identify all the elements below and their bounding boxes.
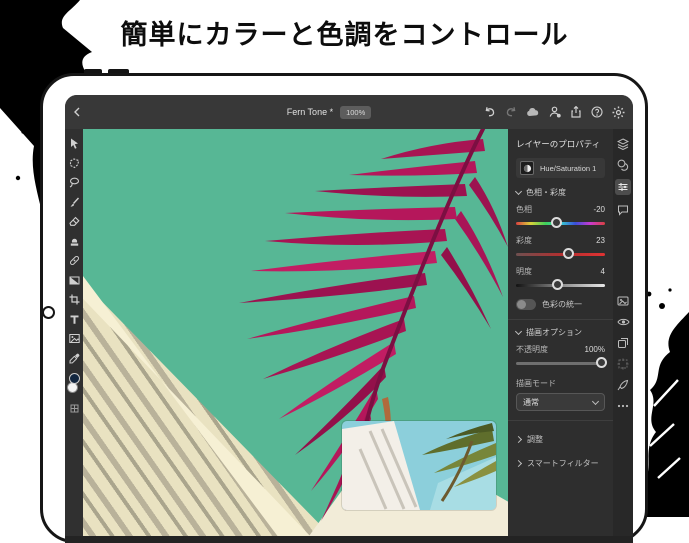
front-camera <box>42 306 55 319</box>
adjustments-icon[interactable] <box>617 158 630 171</box>
divider <box>508 420 613 421</box>
panel-title: レイヤーのプロパティ <box>516 138 605 150</box>
section-label: 調整 <box>527 434 543 445</box>
saturation-slider[interactable] <box>516 248 605 260</box>
select-tool-icon[interactable] <box>68 157 81 170</box>
lightness-label: 明度 <box>516 266 532 277</box>
colorize-toggle[interactable] <box>516 299 536 310</box>
duplicate-icon[interactable] <box>617 336 630 349</box>
undo-icon[interactable] <box>484 106 496 118</box>
lightness-slider[interactable] <box>516 279 605 291</box>
adjustment-layer-thumbnail <box>520 161 534 175</box>
chevron-right-icon <box>515 460 522 467</box>
healing-brush-tool-icon[interactable] <box>68 254 81 267</box>
saturation-slider-knob[interactable] <box>563 248 574 259</box>
cloud-sync-icon[interactable] <box>526 107 540 118</box>
chevron-right-icon <box>515 436 522 443</box>
saturation-value: 23 <box>596 236 605 245</box>
share-icon[interactable] <box>570 106 582 118</box>
section-label: スマートフィルター <box>527 458 599 469</box>
blend-mode-label: 描画モード <box>516 378 556 389</box>
opacity-slider-knob[interactable] <box>596 357 607 368</box>
zoom-level-badge[interactable]: 100% <box>340 106 371 119</box>
gradient-tool-icon[interactable] <box>68 274 81 287</box>
layer-name: Hue/Saturation 1 <box>540 164 596 173</box>
help-icon[interactable] <box>591 106 603 118</box>
clone-stamp-tool-icon[interactable] <box>68 235 81 248</box>
redo-icon[interactable] <box>505 106 517 118</box>
paint-icon[interactable] <box>617 378 630 391</box>
hue-slider-knob[interactable] <box>551 217 562 228</box>
properties-icon[interactable] <box>615 179 631 195</box>
eyedropper-tool-icon[interactable] <box>68 352 81 365</box>
section-smart-filters[interactable]: スマートフィルター <box>516 458 605 469</box>
reference-photo <box>342 421 496 510</box>
opacity-label: 不透明度 <box>516 344 548 355</box>
brush-tool-icon[interactable] <box>68 196 81 209</box>
hue-value: -20 <box>593 205 605 214</box>
opacity-slider[interactable] <box>516 357 605 369</box>
visibility-icon[interactable] <box>617 315 630 328</box>
lasso-tool-icon[interactable] <box>68 176 81 189</box>
bottom-chrome <box>65 536 633 543</box>
page-title: 簡単にカラーと色調をコントロール <box>0 13 689 52</box>
color-chips <box>67 373 81 395</box>
back-chevron-icon[interactable] <box>73 107 81 117</box>
account-icon[interactable] <box>549 106 561 118</box>
ipad-device: Fern Tone * 100% <box>40 73 648 543</box>
section-adjustments[interactable]: 調整 <box>516 434 605 445</box>
blend-mode-dropdown[interactable]: 通常 <box>516 393 605 411</box>
chevron-down-icon <box>592 397 599 404</box>
toolbar-options-icon[interactable] <box>68 402 81 415</box>
lightness-value: 4 <box>601 267 605 276</box>
move-tool-icon[interactable] <box>68 137 81 150</box>
blend-mode-value: 通常 <box>523 397 539 408</box>
photoshop-app: Fern Tone * 100% <box>65 95 633 543</box>
foreground-color-chip[interactable] <box>69 373 80 384</box>
hue-slider[interactable] <box>516 217 605 229</box>
section-label: 色相・彩度 <box>526 187 566 198</box>
eraser-tool-icon[interactable] <box>68 215 81 228</box>
chevron-down-icon <box>515 328 522 335</box>
opacity-value: 100% <box>585 345 605 354</box>
layers-icon[interactable] <box>617 137 630 150</box>
task-strip <box>613 129 633 543</box>
section-label: 描画オプション <box>526 327 582 338</box>
crop-tool-icon[interactable] <box>68 293 81 306</box>
divider <box>508 319 613 320</box>
layer-row[interactable]: Hue/Saturation 1 <box>516 158 605 178</box>
saturation-label: 彩度 <box>516 235 532 246</box>
tool-sidebar <box>65 129 83 543</box>
more-icon[interactable] <box>617 399 630 412</box>
app-topbar: Fern Tone * 100% <box>65 95 633 129</box>
place-image-tool-icon[interactable] <box>68 332 81 345</box>
section-hue-saturation[interactable]: 色相・彩度 <box>516 187 605 198</box>
transform-icon[interactable] <box>617 357 630 370</box>
comment-icon[interactable] <box>617 203 630 216</box>
hue-label: 色相 <box>516 204 532 215</box>
canvas[interactable] <box>83 129 508 543</box>
add-image-icon[interactable] <box>617 294 630 307</box>
settings-gear-icon[interactable] <box>612 106 625 119</box>
chevron-down-icon <box>515 188 522 195</box>
document-title: Fern Tone * <box>287 107 333 117</box>
type-tool-icon[interactable] <box>68 313 81 326</box>
section-blend-options[interactable]: 描画オプション <box>516 327 605 338</box>
colorize-label: 色彩の統一 <box>542 299 582 310</box>
lightness-slider-knob[interactable] <box>552 279 563 290</box>
layer-properties-panel: レイヤーのプロパティ Hue/Saturation 1 色相・彩度 色相 -20 <box>508 129 613 543</box>
